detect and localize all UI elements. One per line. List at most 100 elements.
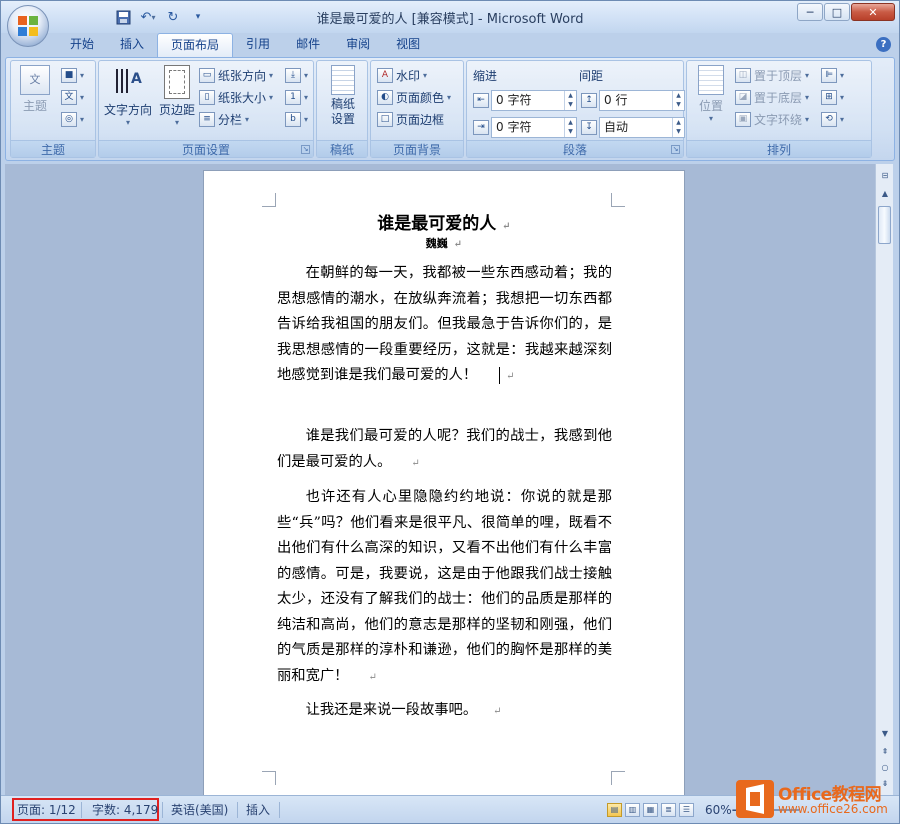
paragraph[interactable]: 也许还有人心里隐隐约约地说：你说的就是那些“兵”吗？他们看来是很平凡、很简单的哩… <box>277 485 612 690</box>
theme-colors-icon: ■ <box>61 67 77 83</box>
document-page[interactable]: 谁是最可爱的人 ↵ 魏巍 ↵ 在朝鲜的每一天，我都被一些东西感动着；我的思想感情的潮… <box>203 170 685 810</box>
theme-fonts-icon: 文 <box>61 89 77 105</box>
breaks-icon: ⤓ <box>285 67 301 83</box>
browse-object-icon[interactable]: ○ <box>877 760 893 776</box>
document-author[interactable]: 魏巍 ↵ <box>204 235 684 251</box>
paragraph[interactable]: 谁是我们最可爱的人呢？我们的战士，我感到他们是最可爱的人。 ↵ <box>277 424 612 476</box>
theme-fonts-button[interactable]: 文 ▾ <box>61 87 84 107</box>
scroll-up-icon[interactable]: ▲ <box>877 186 893 202</box>
tab-references[interactable]: 引用 <box>233 33 283 57</box>
tab-home[interactable]: 开始 <box>57 33 107 57</box>
paper-size-icon: ▯ <box>199 89 215 105</box>
indent-left-spinner[interactable]: ▲ ▼ <box>564 91 576 110</box>
close-button[interactable]: ✕ <box>851 3 895 21</box>
group-label-paragraph: 段落 <box>467 140 683 157</box>
page-setup-launcher-icon[interactable]: ↘ <box>301 145 310 154</box>
print-layout-view-icon[interactable]: ▤ <box>607 803 622 817</box>
page-count[interactable]: 页面: 1/12 <box>17 801 76 819</box>
text-wrap-icon: ▣ <box>735 111 751 127</box>
hyphenation-button[interactable]: b ▾ <box>285 109 308 129</box>
brand-url: www.office26.com <box>778 802 888 816</box>
tab-review[interactable]: 审阅 <box>333 33 383 57</box>
paragraph[interactable]: 在朝鲜的每一天，我都被一些东西感动着；我的思想感情的潮水，在放纵奔流着；我想把一… <box>277 261 612 390</box>
paragraph-launcher-icon[interactable]: ↘ <box>671 145 680 154</box>
spacing-before-icon: ↥ <box>581 93 597 108</box>
theme-button[interactable]: 文 主题 <box>15 65 55 114</box>
draft-view-icon[interactable]: ☰ <box>679 803 694 817</box>
page-borders-button[interactable]: □ 页面边框 <box>377 109 444 129</box>
ruler-toggle-icon[interactable]: ⊟ <box>877 168 893 184</box>
minimize-button[interactable]: ─ <box>797 3 823 21</box>
scroll-thumb[interactable] <box>878 206 891 244</box>
group-draft: 稿纸 设置 稿纸 <box>316 60 368 158</box>
brand-watermark: Office教程网 www.office26.com <box>736 778 899 823</box>
align-icon: ⊫ <box>821 67 837 83</box>
vertical-scrollbar[interactable]: ⊟ ▲ ▼ ⇞ ○ ⇟ <box>875 164 893 795</box>
page-borders-icon: □ <box>377 111 393 127</box>
text-direction-button[interactable]: A 文字方向 ▾ <box>101 65 155 127</box>
group-page-background: A 水印 ▾ ◐ 页面颜色 ▾ □ 页面边框 页面背景 <box>370 60 464 158</box>
indent-left-input[interactable]: 0 字符 ▲ ▼ <box>491 90 577 111</box>
spacing-after-spinner[interactable]: ▲ ▼ <box>672 118 684 137</box>
tab-mailings[interactable]: 邮件 <box>283 33 333 57</box>
watermark-button[interactable]: A 水印 ▾ <box>377 65 427 85</box>
rotate-button[interactable]: ⟲ ▾ <box>821 109 844 129</box>
line-numbers-button[interactable]: 1 ▾ <box>285 87 308 107</box>
breaks-button[interactable]: ⤓ ▾ <box>285 65 308 85</box>
theme-colors-button[interactable]: ■ ▾ <box>61 65 84 85</box>
insert-mode-indicator[interactable]: 插入 <box>246 801 270 819</box>
group-label-arrange: 排列 <box>687 140 871 157</box>
position-button[interactable]: 位置 ▾ <box>691 65 731 123</box>
tab-view[interactable]: 视图 <box>383 33 433 57</box>
text-wrap-button[interactable]: ▣ 文字环绕 ▾ <box>735 109 809 129</box>
previous-page-icon[interactable]: ⇞ <box>877 744 893 760</box>
window-controls: ─ □ ✕ <box>797 3 895 21</box>
page-color-icon: ◐ <box>377 89 393 105</box>
tab-insert[interactable]: 插入 <box>107 33 157 57</box>
margins-button[interactable]: 页边距 ▾ <box>157 65 197 127</box>
help-icon[interactable]: ? <box>876 37 891 52</box>
columns-icon: ≡ <box>199 111 215 127</box>
scroll-down-icon[interactable]: ▼ <box>877 726 893 742</box>
outline-view-icon[interactable]: ≣ <box>661 803 676 817</box>
group-theme: 文 主题 ■ ▾ 文 ▾ ◎ ▾ 主题 <box>10 60 96 158</box>
send-to-back-button[interactable]: ◪ 置于底层 ▾ <box>735 87 809 107</box>
theme-effects-button[interactable]: ◎ ▾ <box>61 109 84 129</box>
group-label-page-background: 页面背景 <box>371 140 463 157</box>
spacing-after-input[interactable]: 自动 ▲ ▼ <box>599 117 685 138</box>
tab-page-layout[interactable]: 页面布局 <box>157 33 234 57</box>
ribbon: 文 主题 ■ ▾ 文 ▾ ◎ ▾ 主题 A 文字方向 ▾ 页边距 ▾ ▭ 纸张方向 ▾ <box>5 57 895 161</box>
text-direction-icon: A <box>101 65 155 99</box>
zoom-level[interactable]: 60% <box>705 801 732 819</box>
word-count[interactable]: 字数: 4,179 <box>92 801 158 819</box>
document-area[interactable]: 谁是最可爱的人 ↵ 魏巍 ↵ 在朝鲜的每一天，我都被一些东西感动着；我的思想感情的潮… <box>5 164 875 810</box>
maximize-button[interactable]: □ <box>824 3 850 21</box>
spacing-after-icon: ↧ <box>581 120 597 135</box>
full-screen-reading-icon[interactable]: ▥ <box>625 803 640 817</box>
group-objects-button[interactable]: ⊞ ▾ <box>821 87 844 107</box>
indent-right-spinner[interactable]: ▲ ▼ <box>564 118 576 137</box>
rotate-icon: ⟲ <box>821 111 837 127</box>
columns-button[interactable]: ≡ 分栏 ▾ <box>199 109 249 129</box>
group-objects-icon: ⊞ <box>821 89 837 105</box>
draft-settings-button[interactable]: 稿纸 设置 <box>323 65 363 127</box>
orientation-button[interactable]: ▭ 纸张方向 ▾ <box>199 65 273 85</box>
bring-to-front-icon: ◫ <box>735 67 751 83</box>
orientation-icon: ▭ <box>199 67 215 83</box>
hyphenation-icon: b <box>285 111 301 127</box>
language-indicator[interactable]: 英语(美国) <box>171 801 228 819</box>
paragraph[interactable]: 让我还是来说一段故事吧。 ↵ <box>277 698 612 725</box>
indent-header: 缩进 <box>473 69 498 83</box>
document-title[interactable]: 谁是最可爱的人 ↵ <box>204 209 684 234</box>
office-button[interactable] <box>7 5 49 47</box>
watermark-icon: A <box>377 67 393 83</box>
bring-to-front-button[interactable]: ◫ 置于顶层 ▾ <box>735 65 809 85</box>
web-layout-icon[interactable]: ▦ <box>643 803 658 817</box>
indent-right-input[interactable]: 0 字符 ▲ ▼ <box>491 117 577 138</box>
page-color-button[interactable]: ◐ 页面颜色 ▾ <box>377 87 451 107</box>
size-button[interactable]: ▯ 纸张大小 ▾ <box>199 87 273 107</box>
spacing-before-spinner[interactable]: ▲ ▼ <box>672 91 684 110</box>
spacing-before-input[interactable]: 0 行 ▲ ▼ <box>599 90 685 111</box>
ribbon-tabs: 开始 插入 页面布局 引用 邮件 审阅 视图 <box>57 33 433 57</box>
align-button[interactable]: ⊫ ▾ <box>821 65 844 85</box>
